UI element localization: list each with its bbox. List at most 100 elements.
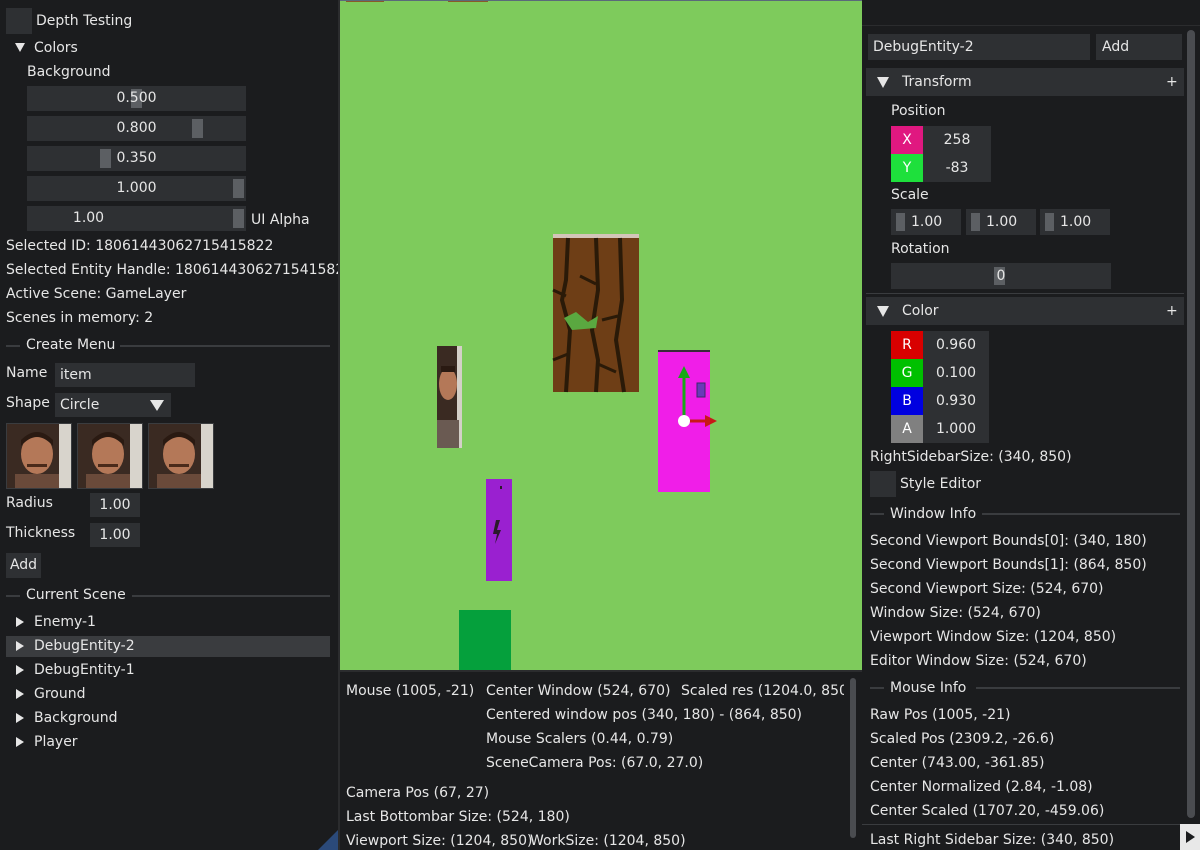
colors-header[interactable]: Colors bbox=[34, 39, 78, 57]
current-scene-title: Current Scene bbox=[26, 587, 126, 603]
thickness-input[interactable]: 1.00 bbox=[90, 523, 140, 547]
background-label: Background bbox=[27, 64, 111, 80]
face-photo-icon bbox=[7, 424, 71, 488]
separator-line bbox=[870, 513, 884, 515]
entity-name-input[interactable]: DebugEntity-2 bbox=[868, 34, 1090, 60]
name-label: Name bbox=[6, 365, 48, 381]
depth-testing-label: Depth Testing bbox=[36, 13, 133, 29]
gizmo-center[interactable] bbox=[678, 415, 690, 427]
purple-entity[interactable] bbox=[486, 479, 512, 581]
position-x-input[interactable]: 258 bbox=[923, 126, 991, 154]
tree-item-background[interactable]: Background bbox=[6, 708, 330, 729]
slider-value: 1.00 bbox=[72, 210, 105, 226]
scale-z-input[interactable]: 1.00 bbox=[1040, 209, 1110, 235]
bottom-bar: Mouse (1005, -21) Center Window (524, 67… bbox=[338, 670, 862, 850]
position-y-input[interactable]: -83 bbox=[923, 154, 991, 182]
face-photo-icon bbox=[149, 424, 213, 488]
window-info-line: Viewport Window Size: (1204, 850) bbox=[870, 629, 1117, 645]
transform-header[interactable]: Transform + bbox=[866, 68, 1184, 96]
slider-grab[interactable] bbox=[971, 213, 980, 231]
slider-value: 0.500 bbox=[116, 90, 157, 106]
tree-item-player[interactable]: Player bbox=[6, 732, 330, 753]
g-channel-label: G bbox=[891, 359, 923, 387]
face-sprite[interactable] bbox=[437, 346, 462, 448]
tree-item-label: DebugEntity-1 bbox=[34, 662, 135, 678]
chevron-down-icon[interactable] bbox=[15, 43, 25, 52]
tree-item-debugentity-2[interactable]: DebugEntity-2 bbox=[6, 636, 330, 657]
mouse-info-line: Center Normalized (2.84, -1.08) bbox=[870, 779, 1093, 795]
mouse-info-title: Mouse Info bbox=[890, 680, 967, 696]
rotation-slider[interactable]: 0 bbox=[891, 263, 1111, 289]
ui-alpha-label: UI Alpha bbox=[251, 212, 310, 228]
color-header[interactable]: Color + bbox=[866, 297, 1184, 325]
add-button[interactable]: Add bbox=[6, 553, 41, 578]
name-input[interactable]: item bbox=[55, 363, 195, 387]
add-icon[interactable]: + bbox=[1166, 73, 1178, 91]
scrollbar-thumb[interactable] bbox=[850, 678, 856, 838]
image-thumbnail[interactable] bbox=[77, 423, 143, 489]
mouse-readout: Mouse (1005, -21) bbox=[346, 683, 475, 699]
depth-testing-checkbox[interactable] bbox=[6, 8, 32, 34]
scale-y-input[interactable]: 1.00 bbox=[966, 209, 1036, 235]
tree-item-debugentity-1[interactable]: DebugEntity-1 bbox=[6, 660, 330, 681]
shape-select-value: Circle bbox=[60, 397, 100, 413]
color-a-input[interactable]: 1.000 bbox=[923, 415, 989, 443]
active-scene: Active Scene: GameLayer bbox=[6, 286, 187, 302]
ground-sprite[interactable] bbox=[552, 234, 639, 393]
background-r-slider[interactable]: 0.500 bbox=[27, 86, 246, 111]
image-thumbnail[interactable] bbox=[148, 423, 214, 489]
tree-item-label: Enemy-1 bbox=[34, 614, 96, 630]
background-g-slider[interactable]: 0.800 bbox=[27, 116, 246, 141]
chevron-right-icon bbox=[16, 713, 24, 723]
center-window-readout: Center Window (524, 670) bbox=[486, 683, 671, 699]
window-info-line: Editor Window Size: (524, 670) bbox=[870, 653, 1087, 669]
chevron-right-icon bbox=[16, 617, 24, 627]
separator-line bbox=[6, 595, 20, 597]
resize-grip-icon[interactable] bbox=[318, 830, 338, 850]
color-b-input[interactable]: 0.930 bbox=[923, 387, 989, 415]
scroll-right-button[interactable] bbox=[1180, 824, 1200, 850]
background-a-slider[interactable]: 1.000 bbox=[27, 176, 246, 201]
slider-grab[interactable] bbox=[896, 213, 905, 231]
right-scrollbar-track[interactable] bbox=[1184, 30, 1198, 826]
background-b-slider[interactable]: 0.350 bbox=[27, 146, 246, 171]
slider-grab[interactable] bbox=[233, 209, 244, 228]
scene-viewport[interactable] bbox=[338, 0, 862, 670]
slider-grab[interactable] bbox=[1045, 213, 1054, 231]
ui-alpha-slider[interactable]: 1.00 bbox=[27, 206, 246, 231]
right-sidebar-size: RightSidebarSize: (340, 850) bbox=[870, 449, 1072, 465]
add-icon[interactable]: + bbox=[1166, 302, 1178, 320]
tree-item-label: DebugEntity-2 bbox=[34, 638, 135, 654]
scale-z-value: 1.00 bbox=[1060, 214, 1092, 230]
mouse-info-line: Raw Pos (1005, -21) bbox=[870, 707, 1011, 723]
right-scrollbar-thumb[interactable] bbox=[1187, 30, 1195, 818]
color-title: Color bbox=[902, 303, 939, 319]
camera-pos: Camera Pos (67, 27) bbox=[346, 785, 490, 801]
mouse-scalers: Mouse Scalers (0.44, 0.79) bbox=[486, 731, 674, 747]
radius-input[interactable]: 1.00 bbox=[90, 493, 140, 517]
chevron-down-icon[interactable] bbox=[150, 400, 164, 411]
tree-item-ground[interactable]: Ground bbox=[6, 684, 330, 705]
color-g-input[interactable]: 0.100 bbox=[923, 359, 989, 387]
gizmo-x-arrow[interactable] bbox=[705, 415, 717, 427]
mouse-info-line: Center Scaled (1707.20, -459.06) bbox=[870, 803, 1105, 819]
color-r-input[interactable]: 0.960 bbox=[923, 331, 989, 359]
green-entity[interactable] bbox=[459, 610, 511, 670]
tree-item-label: Background bbox=[34, 710, 118, 726]
scale-x-input[interactable]: 1.00 bbox=[891, 209, 961, 235]
chevron-right-icon bbox=[16, 737, 24, 747]
chevron-right-icon bbox=[16, 665, 24, 675]
scrollbar-track[interactable] bbox=[848, 676, 858, 848]
rotation-value: 0 bbox=[996, 268, 1006, 284]
x-axis-label: X bbox=[891, 126, 923, 154]
right-title-bar bbox=[862, 0, 1200, 26]
add-component-button[interactable]: Add Component bbox=[1096, 34, 1182, 60]
image-thumbnail[interactable] bbox=[6, 423, 72, 489]
viewport-border bbox=[340, 0, 862, 1]
scene-canvas[interactable] bbox=[340, 0, 862, 670]
style-editor-checkbox[interactable] bbox=[870, 471, 896, 497]
tree-item-enemy-1[interactable]: Enemy-1 bbox=[6, 612, 330, 633]
chevron-down-icon bbox=[877, 77, 889, 88]
chevron-down-icon bbox=[877, 306, 889, 317]
separator-line bbox=[976, 687, 1180, 689]
